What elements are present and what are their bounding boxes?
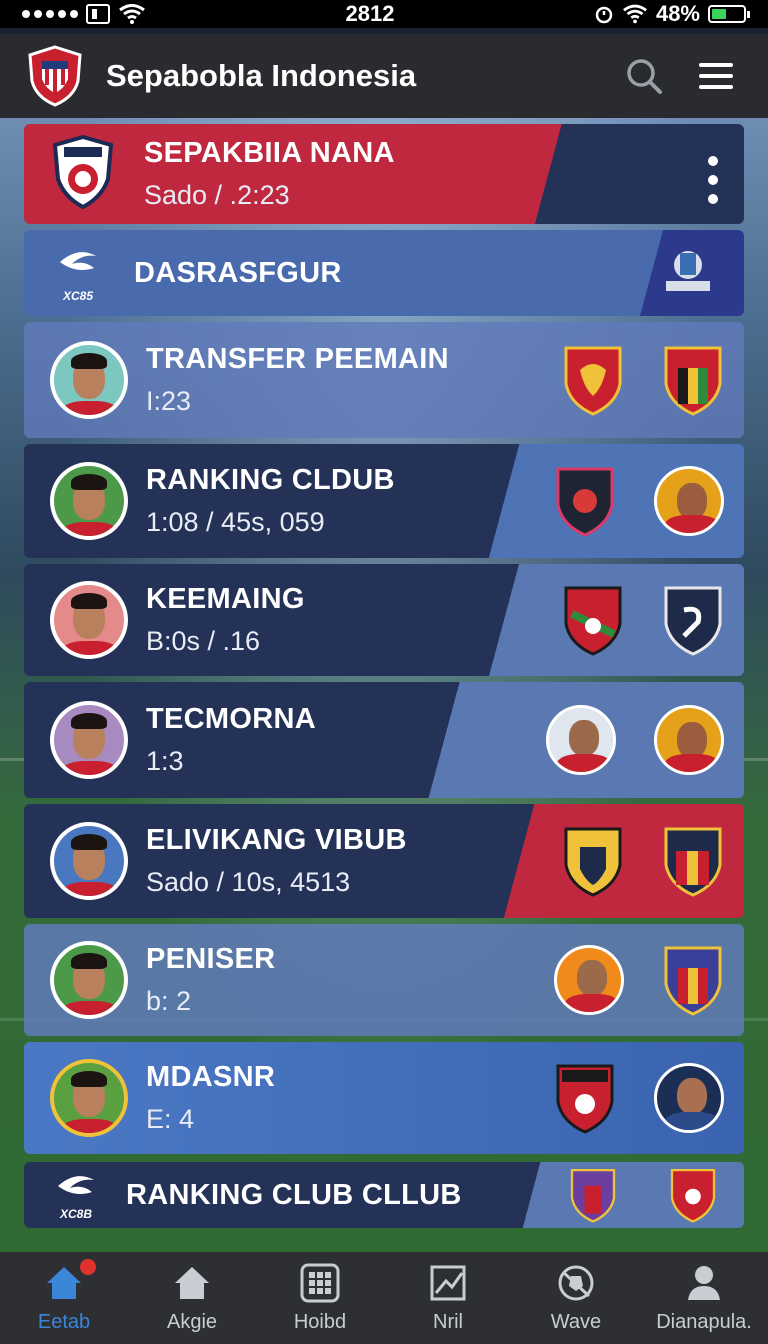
card-title: KEEMAING bbox=[146, 583, 305, 615]
card-title: TECMORNA bbox=[146, 703, 316, 735]
card-title: ELIVIKANG VIBUB bbox=[146, 824, 407, 856]
list-item-peniser[interactable]: PENISER b: 2 bbox=[24, 924, 744, 1036]
red-crest-icon bbox=[556, 1064, 614, 1134]
yellow-crest-icon bbox=[564, 827, 622, 897]
nav-item-nril[interactable]: Nril bbox=[388, 1263, 508, 1334]
list-item-transfer[interactable]: TRANSFER PEEMAIN I:23 bbox=[24, 322, 744, 438]
wifi-icon bbox=[119, 4, 145, 24]
home-icon bbox=[47, 1266, 81, 1299]
status-bar: 2812 48% bbox=[0, 0, 768, 28]
card-title: MDASNR bbox=[146, 1061, 276, 1093]
search-icon bbox=[627, 59, 662, 94]
player-avatar bbox=[50, 1059, 128, 1137]
card-title: SEPAKBIIA NANA bbox=[144, 137, 395, 169]
brand-logo-icon: XC8B bbox=[50, 1170, 102, 1221]
list-item-ranking[interactable]: RANKING CLDUB 1:08 / 45s, 059 bbox=[24, 444, 744, 558]
clock: 2812 bbox=[345, 1, 395, 26]
hamburger-menu-icon bbox=[699, 63, 733, 89]
wifi-icon bbox=[622, 4, 647, 24]
card-subtitle: I:23 bbox=[146, 386, 192, 416]
ball-icon bbox=[558, 1265, 594, 1300]
card-subtitle: 1:08 / 45s, 059 bbox=[146, 507, 325, 537]
section-banner[interactable]: XC85 DASRASFGUR bbox=[24, 230, 744, 316]
chart-icon bbox=[430, 1265, 466, 1300]
list-item-tecmorna[interactable]: TECMORNA 1:3 bbox=[24, 682, 744, 798]
player-emblem-icon bbox=[654, 705, 724, 775]
trophy-emblem-icon bbox=[658, 241, 718, 306]
striped-crest-icon bbox=[664, 827, 722, 897]
battery-percent: 48% bbox=[655, 1, 700, 26]
search-button[interactable] bbox=[620, 52, 668, 100]
battery-icon bbox=[708, 5, 750, 23]
nav-item-profile[interactable]: Dianapula. bbox=[644, 1263, 764, 1334]
nav-item-akgie[interactable]: Akgie bbox=[132, 1263, 252, 1334]
player-emblem-icon bbox=[654, 466, 724, 536]
signal-icon bbox=[22, 10, 78, 18]
card-subtitle: B:0s / .16 bbox=[146, 626, 261, 656]
bottom-navigation: Eetab Akgie Hoibd Nril Wave Dianapula. bbox=[0, 1252, 768, 1344]
app-logo-icon bbox=[28, 45, 82, 107]
player-avatar bbox=[50, 462, 128, 540]
nav-item-wave[interactable]: Wave bbox=[516, 1263, 636, 1334]
nav-item-home[interactable]: Eetab bbox=[4, 1258, 124, 1334]
dark-crest-icon bbox=[556, 467, 614, 537]
player-avatar bbox=[50, 581, 128, 659]
card-title: RANKING CLDUB bbox=[146, 464, 395, 496]
profile-icon bbox=[688, 1265, 720, 1300]
list-item-elivikang[interactable]: ELIVIKANG VIBUB Sado / 10s, 4513 bbox=[24, 804, 744, 918]
player-avatar bbox=[50, 341, 128, 419]
red-green-crest-icon bbox=[564, 586, 622, 656]
card-subtitle: 1:3 bbox=[146, 746, 184, 776]
app-header: Sepabobla Indonesia bbox=[0, 34, 768, 118]
card-title: RANKING CLUB CLLUB bbox=[126, 1178, 462, 1211]
purple-crest-icon bbox=[570, 1168, 616, 1223]
featured-match-card[interactable]: SEPAKBIIA NANA Sado / .2:23 bbox=[24, 124, 744, 224]
nav-item-hoibd[interactable]: Hoibd bbox=[260, 1263, 380, 1334]
home-outline-icon bbox=[175, 1266, 209, 1299]
brand-logo-icon: XC85 bbox=[52, 244, 104, 303]
section-banner-ranking[interactable]: XC8B RANKING CLUB CLLUB bbox=[24, 1162, 744, 1228]
more-options-icon[interactable] bbox=[708, 156, 718, 204]
sim-icon bbox=[86, 4, 110, 24]
card-subtitle: Sado / .2:23 bbox=[144, 180, 290, 210]
list-item-mdasnr[interactable]: MDASNR E: 4 bbox=[24, 1042, 744, 1154]
player-photo bbox=[654, 1063, 724, 1133]
card-title: PENISER bbox=[146, 943, 276, 975]
card-subtitle: b: 2 bbox=[146, 986, 192, 1016]
player-photo bbox=[554, 945, 624, 1015]
card-title: TRANSFER PEEMAIN bbox=[146, 343, 449, 375]
lion-crest-icon bbox=[564, 346, 622, 416]
list-item-keemaing[interactable]: KEEMAING B:0s / .16 bbox=[24, 564, 744, 676]
card-title: DASRASFGUR bbox=[134, 256, 342, 289]
striped-crest-icon bbox=[664, 346, 722, 416]
app-title: Sepabobla Indonesia bbox=[106, 58, 417, 93]
notification-badge bbox=[80, 1258, 96, 1275]
player-avatar bbox=[50, 941, 128, 1019]
player-photo bbox=[546, 705, 616, 775]
grid-icon bbox=[300, 1263, 340, 1302]
striped-crest-icon bbox=[664, 946, 722, 1016]
alarm-icon bbox=[595, 6, 613, 24]
navy-crest-icon bbox=[664, 586, 722, 656]
player-avatar bbox=[50, 822, 128, 900]
menu-button[interactable] bbox=[692, 52, 740, 100]
card-subtitle: E: 4 bbox=[146, 1104, 195, 1134]
player-avatar bbox=[50, 701, 128, 779]
red-crest-icon bbox=[670, 1168, 716, 1223]
club-crest-icon bbox=[52, 134, 114, 214]
card-subtitle: Sado / 10s, 4513 bbox=[146, 867, 351, 897]
